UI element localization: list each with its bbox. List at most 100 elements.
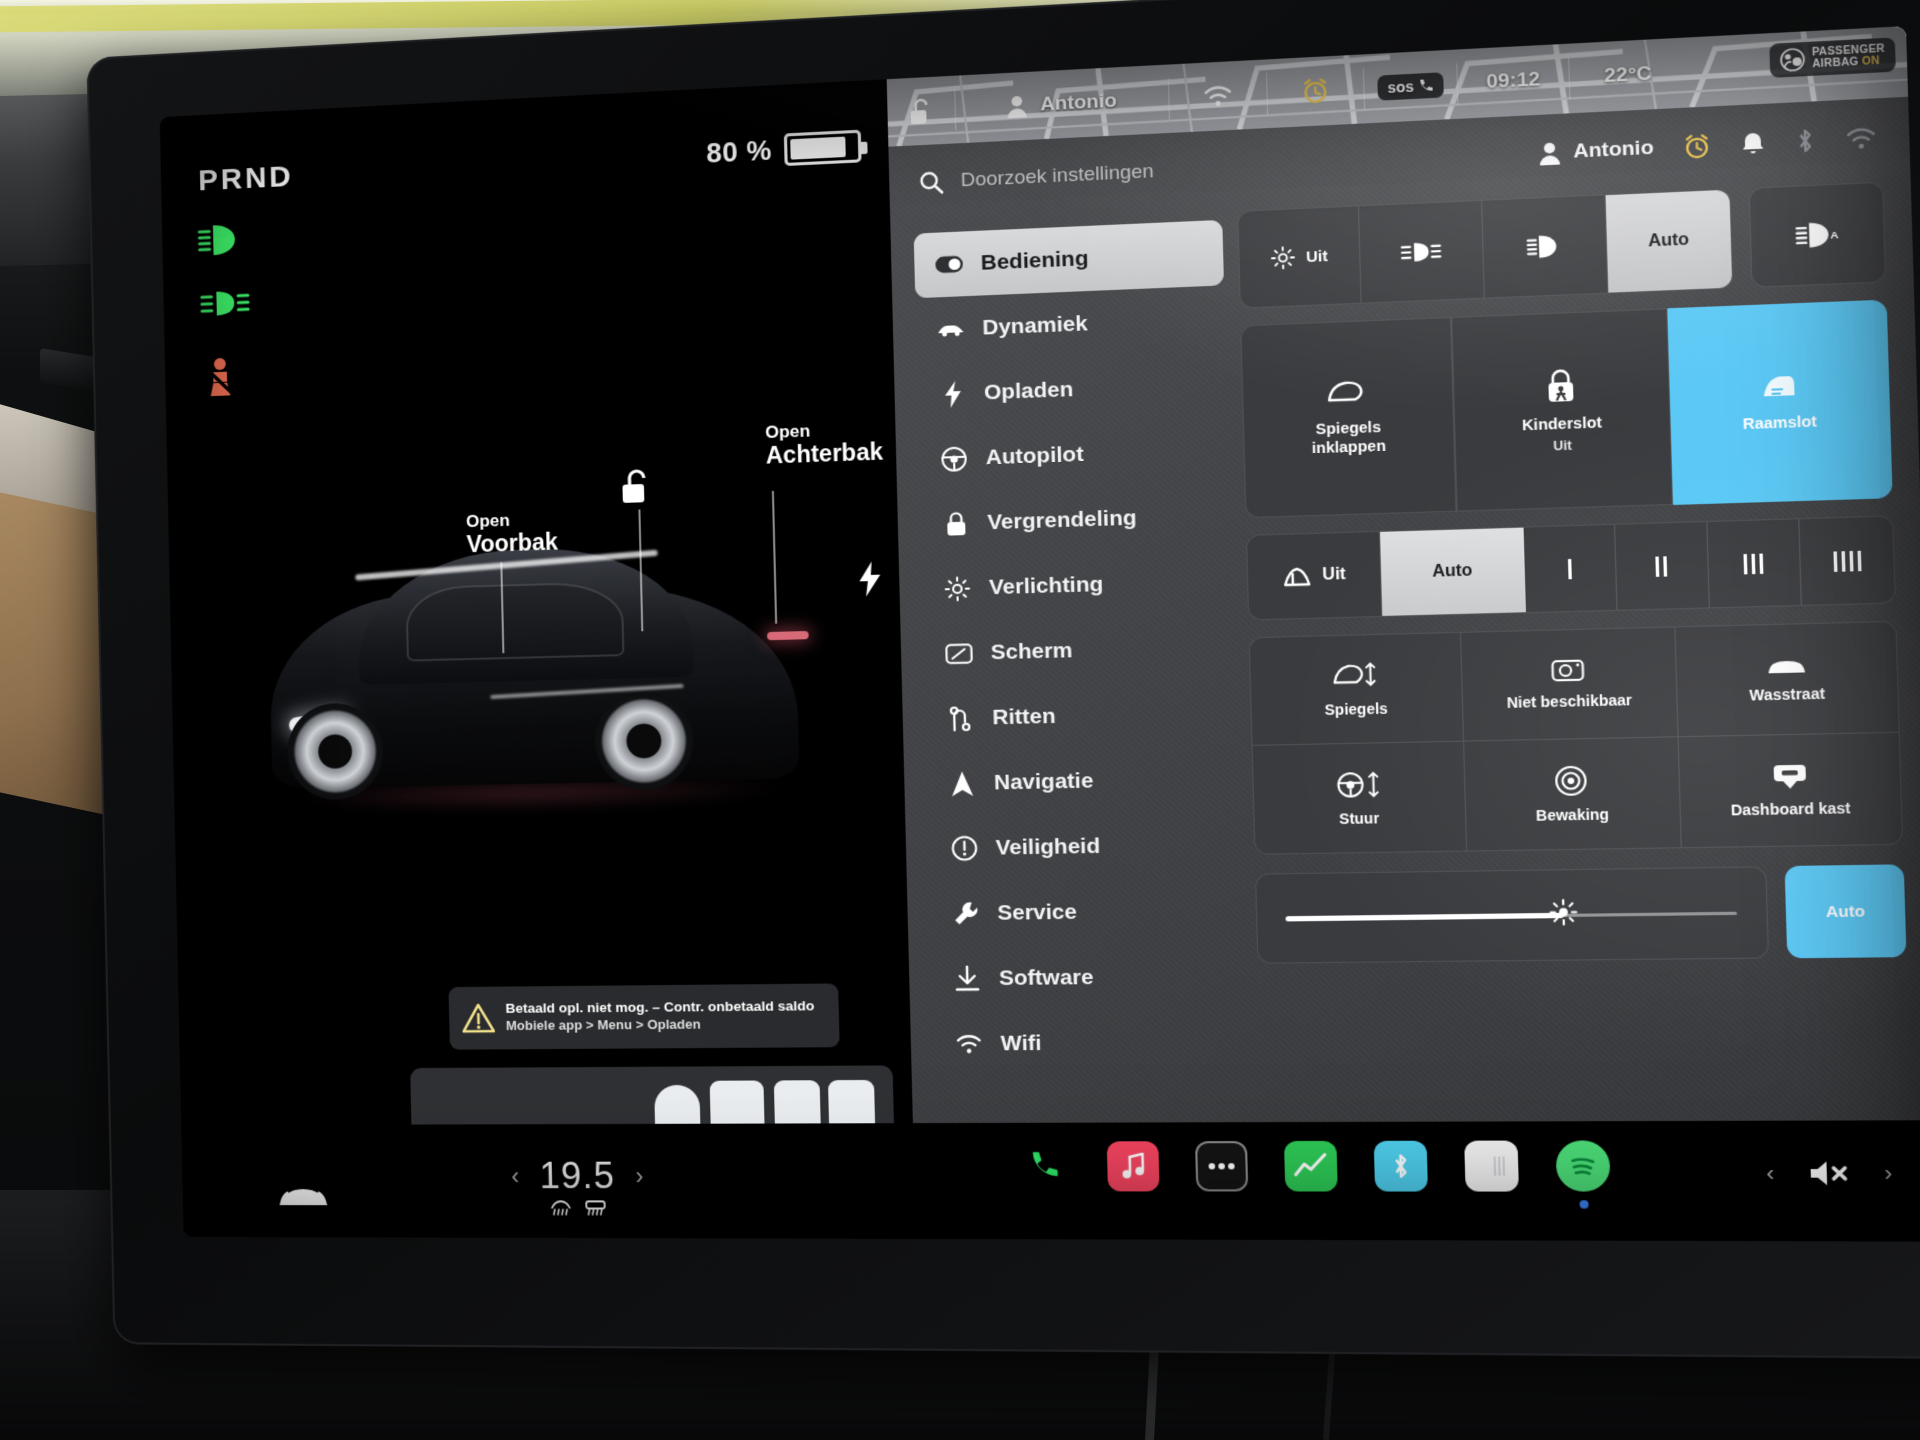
wiper-auto[interactable]: Auto — [1380, 527, 1527, 616]
settings-account[interactable]: Antonio — [1538, 136, 1654, 166]
settings-nav-list[interactable]: Bediening Dynamiek Opladen Autopilot Ver… — [913, 219, 1246, 1077]
wiper-control-row[interactable]: Uit Auto — [1245, 515, 1896, 621]
defrost-buttons[interactable] — [549, 1199, 606, 1215]
tile-bewaking[interactable]: Bewaking — [1463, 737, 1683, 851]
brightness-track[interactable] — [1285, 911, 1738, 920]
sidebar-item-software[interactable]: Software — [932, 943, 1244, 1012]
open-trunk-callout[interactable]: Open Achterbak — [765, 420, 883, 469]
status-temperature: 22°C — [1603, 62, 1653, 88]
wiper-speed-3[interactable] — [1706, 519, 1803, 608]
bluetooth-app-icon[interactable] — [1373, 1140, 1428, 1192]
temp-decrease-button[interactable]: ‹ — [511, 1162, 519, 1189]
light-mode-auto[interactable]: Auto — [1605, 189, 1733, 293]
sidebar-item-scherm[interactable]: Scherm — [923, 614, 1234, 687]
sidebar-item-opladen[interactable]: Opladen — [917, 351, 1228, 428]
status-alarm-icon[interactable] — [1267, 54, 1365, 128]
sos-button[interactable]: sos — [1364, 50, 1458, 124]
mirror-adjust-icon — [1332, 659, 1379, 692]
status-profile[interactable]: Antonio — [955, 65, 1169, 144]
settings-pane[interactable]: Antonio sos 09:12 22°C PASSENGER AIRBAG … — [886, 26, 1920, 1242]
sidebar-item-veiligheid[interactable]: Veiligheid — [928, 811, 1240, 881]
bottom-dock[interactable]: ‹ 19.5 › ‹ › — [181, 1120, 1920, 1242]
brightness-sun-icon[interactable] — [1548, 898, 1578, 931]
wiper-speed-2[interactable] — [1614, 522, 1710, 610]
tile-raamslot[interactable]: Raamslot — [1666, 299, 1893, 505]
light-mode-uit[interactable]: Uit — [1238, 206, 1362, 308]
spotify-app-icon[interactable] — [1555, 1140, 1611, 1209]
lock-status-icon[interactable] — [887, 76, 956, 147]
fog-light-icon — [1398, 239, 1445, 264]
settings-header-actions[interactable]: Antonio — [1538, 124, 1877, 168]
gear-indicator: PRND — [197, 159, 295, 198]
tile-label: Spiegels — [1324, 700, 1388, 719]
tile-spiegels-inklappen[interactable]: Spiegels inklappen — [1240, 316, 1457, 519]
tile-kinderslot[interactable]: Kinderslot Uit — [1451, 308, 1673, 512]
defrost-rear-icon[interactable] — [584, 1199, 607, 1215]
tesla-touchscreen[interactable]: PRND 80 % Open Voorbak Open Achterbak Be… — [86, 0, 1920, 1360]
sidebar-label: Bediening — [980, 246, 1089, 275]
tile-wasstraat[interactable]: Wasstraat — [1675, 621, 1899, 738]
tile-label: Niet beschikbaar — [1506, 691, 1633, 712]
tile-camera-unavailable[interactable]: Niet beschikbaar — [1460, 627, 1680, 742]
energy-app-icon[interactable] — [1283, 1140, 1338, 1192]
wifi-icon[interactable] — [1845, 126, 1878, 151]
more-apps-icon[interactable] — [1194, 1141, 1249, 1192]
volume-prev-button[interactable]: ‹ — [1766, 1160, 1775, 1186]
settings-account-name: Antonio — [1572, 136, 1654, 163]
phone-app-icon[interactable] — [1019, 1141, 1072, 1192]
tile-spiegels-adjust[interactable]: Spiegels — [1249, 632, 1464, 746]
temperature-control[interactable]: ‹ 19.5 › — [511, 1154, 644, 1215]
volume-muted-icon[interactable] — [1808, 1159, 1850, 1187]
wiper-speed-4[interactable] — [1800, 516, 1895, 604]
wiper-uit[interactable]: Uit — [1246, 531, 1383, 620]
light-mode-autobeam[interactable]: A — [1750, 183, 1885, 287]
lock-tiles-row[interactable]: Spiegels inklappen Kinderslot Uit Raamsl… — [1240, 299, 1893, 519]
brightness-slider[interactable] — [1254, 866, 1770, 964]
settings-search-input[interactable]: Doorzoek instellingen — [960, 161, 1154, 193]
sidebar-label: Service — [997, 899, 1078, 925]
brightness-auto-button[interactable]: Auto — [1784, 864, 1907, 959]
wiper-speed-1[interactable] — [1523, 524, 1618, 613]
alarm-clock-icon[interactable] — [1682, 133, 1711, 161]
open-frunk-callout[interactable]: Open Voorbak — [466, 510, 558, 558]
app-active-dot — [1579, 1200, 1589, 1209]
app-dock[interactable] — [1019, 1140, 1611, 1209]
action-tiles-grid[interactable]: Spiegels Niet beschikbaar Wasstraat Stuu… — [1248, 620, 1904, 855]
charge-port-bolt-icon[interactable] — [857, 561, 883, 602]
sidebar-item-autopilot[interactable]: Autopilot — [919, 417, 1230, 493]
road-icon — [947, 705, 975, 732]
music-app-icon[interactable] — [1106, 1141, 1160, 1192]
tile-dashboard-kast[interactable]: Dashboard kast — [1679, 733, 1902, 847]
light-mode-lowbeam[interactable] — [1481, 195, 1609, 298]
light-mode-fog[interactable] — [1359, 200, 1485, 303]
bell-icon[interactable] — [1740, 130, 1766, 157]
sidebar-item-service[interactable]: Service — [930, 877, 1242, 946]
car-controls-button[interactable] — [277, 1181, 329, 1214]
sidebar-item-ritten[interactable]: Ritten — [925, 679, 1236, 751]
brightness-row[interactable]: Auto — [1254, 864, 1907, 964]
sidebar-item-verlichting[interactable]: Verlichting — [922, 548, 1233, 622]
airbag-line-2: AIRBAG ON — [1812, 55, 1880, 71]
defrost-front-icon[interactable] — [549, 1199, 572, 1215]
search-icon[interactable] — [918, 170, 944, 196]
notes-app-icon[interactable] — [1464, 1140, 1519, 1192]
camera-icon — [1551, 657, 1585, 683]
status-wifi-icon[interactable] — [1169, 59, 1268, 132]
temp-increase-button[interactable]: › — [635, 1162, 644, 1190]
sidebar-item-vergrendeling[interactable]: Vergrendeling — [920, 482, 1231, 557]
sidebar-item-dynamiek[interactable]: Dynamiek — [915, 285, 1226, 363]
tile-stuur[interactable]: Stuur — [1252, 741, 1467, 854]
car-illustration[interactable] — [237, 512, 832, 859]
bluetooth-icon[interactable] — [1795, 127, 1816, 156]
battery-percent: 80 % — [705, 134, 773, 169]
bediening-controls[interactable]: Uit Auto A Spiegels inklappen Kinderslot… — [1237, 181, 1907, 964]
screen-surface[interactable]: PRND 80 % Open Voorbak Open Achterbak Be… — [159, 26, 1920, 1242]
volume-next-button[interactable]: › — [1884, 1160, 1893, 1186]
unlocked-padlock-icon[interactable] — [619, 466, 655, 513]
charging-alert-card[interactable]: Betaald opl. niet mog. – Contr. onbetaal… — [448, 983, 840, 1050]
sidebar-item-navigatie[interactable]: Navigatie — [927, 745, 1238, 816]
sidebar-item-wifi[interactable]: Wifi — [933, 1009, 1245, 1077]
car-window — [405, 581, 625, 662]
trunk-callout-label: Achterbak — [765, 437, 884, 469]
volume-control[interactable]: ‹ › — [1766, 1159, 1893, 1187]
